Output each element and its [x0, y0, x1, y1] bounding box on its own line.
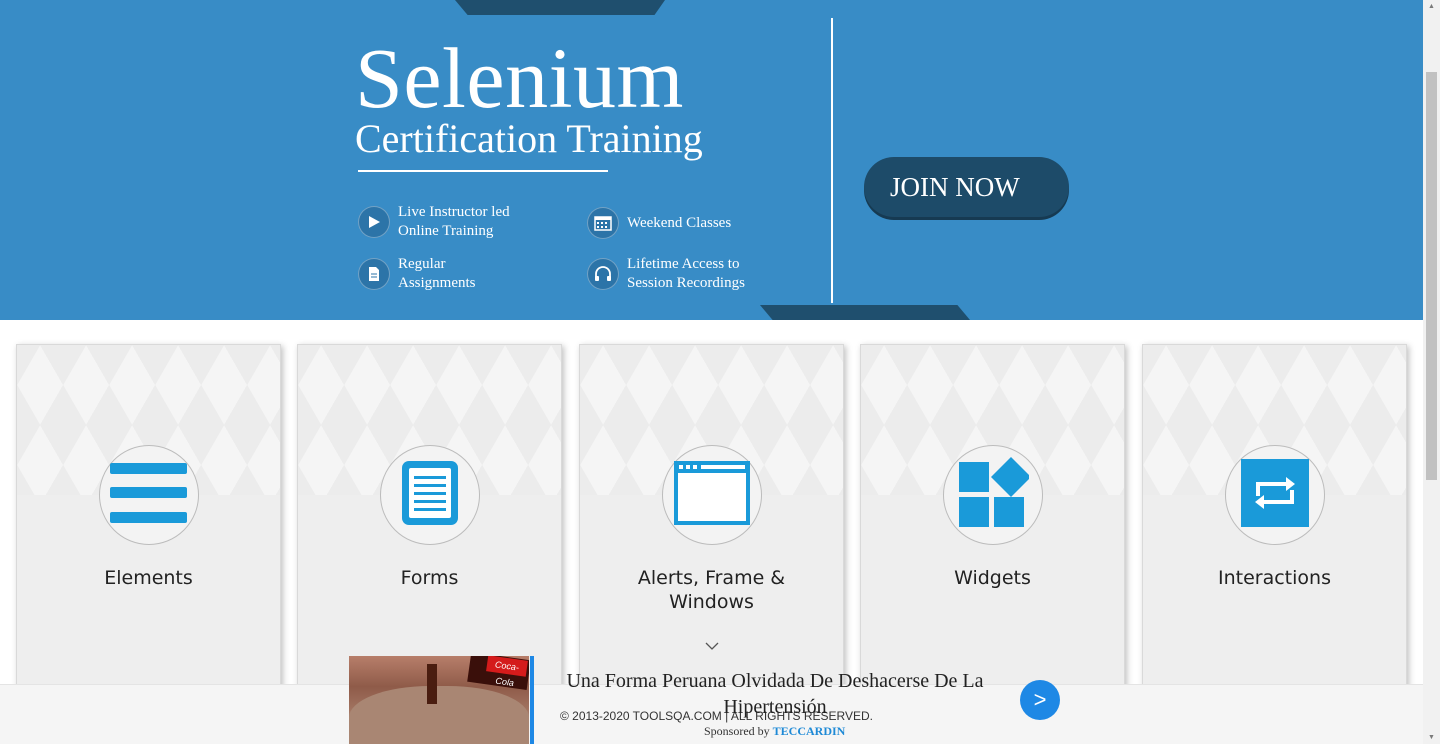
footer-sponsor: Sponsored by TECCARDIN — [704, 724, 845, 739]
banner-divider — [831, 18, 833, 303]
card-icon-circle — [98, 445, 199, 545]
card-interactions[interactable]: Interactions — [1142, 344, 1407, 704]
window-icon — [672, 459, 752, 532]
vertical-scrollbar[interactable]: ▲ ▼ — [1423, 0, 1440, 744]
list-icon — [109, 458, 189, 533]
sponsor-prefix: Sponsored by — [704, 724, 773, 738]
headphones-icon — [587, 258, 619, 290]
feature-lifetime-access: Lifetime Access to Session Recordings — [587, 255, 745, 293]
join-now-button[interactable]: JOIN NOW — [864, 157, 1069, 217]
card-title: Interactions — [1218, 567, 1331, 589]
card-icon-circle — [661, 445, 762, 545]
card-widgets[interactable]: Widgets — [860, 344, 1125, 704]
scroll-up-arrow-icon[interactable]: ▲ — [1427, 2, 1436, 11]
ad-image-pour — [427, 664, 437, 704]
decorative-stripe-bottom — [760, 305, 970, 320]
card-alerts-frame-windows[interactable]: Alerts, Frame & Windows — [579, 344, 844, 704]
selenium-training-banner[interactable]: Selenium Certification Training Live Ins… — [0, 0, 1423, 320]
feature-label: Live Instructor led Online Training — [398, 204, 510, 239]
feature-label: Regular Assignments — [398, 256, 476, 291]
card-icon-circle — [1224, 445, 1325, 545]
scrollbar-thumb[interactable] — [1426, 72, 1437, 480]
ad-next-button[interactable]: > — [1020, 680, 1060, 720]
document-icon — [358, 258, 390, 290]
card-title: Forms — [400, 567, 459, 589]
card-elements[interactable]: Elements — [16, 344, 281, 704]
card-title: Widgets — [954, 567, 1031, 589]
card-icon-circle — [379, 445, 480, 545]
chevron-down-icon — [704, 638, 720, 650]
card-icon-circle — [942, 445, 1043, 545]
page: Selenium Certification Training Live Ins… — [0, 0, 1423, 744]
ad-image-bowl — [349, 686, 529, 744]
sponsor-link[interactable]: TECCARDIN — [773, 724, 846, 738]
interactions-icon — [1240, 458, 1310, 533]
widgets-icon — [957, 456, 1031, 534]
card-title: Alerts, Frame & Windows — [637, 567, 786, 613]
ad-headline[interactable]: Una Forma Peruana Olvidada De Deshacerse… — [560, 668, 990, 720]
feature-label: Lifetime Access to Session Recordings — [627, 256, 745, 291]
feature-assignments: Regular Assignments — [358, 255, 476, 293]
feature-label: Weekend Classes — [627, 214, 732, 231]
play-icon — [358, 206, 390, 238]
calendar-icon — [587, 207, 619, 239]
form-icon — [400, 459, 460, 532]
ad-accent-bar — [530, 656, 534, 744]
banner-subtitle: Certification Training — [355, 116, 703, 161]
decorative-stripe-top — [455, 0, 665, 15]
banner-title: Selenium — [355, 30, 684, 126]
card-forms[interactable]: Forms — [297, 344, 562, 704]
card-title: Elements — [104, 567, 193, 589]
feature-weekend-classes: Weekend Classes — [587, 207, 731, 239]
feature-live-training: Live Instructor led Online Training — [358, 203, 510, 241]
ad-image[interactable]: Coca-Cola — [349, 656, 529, 744]
scroll-down-arrow-icon[interactable]: ▼ — [1427, 733, 1436, 742]
banner-underline — [358, 170, 608, 172]
